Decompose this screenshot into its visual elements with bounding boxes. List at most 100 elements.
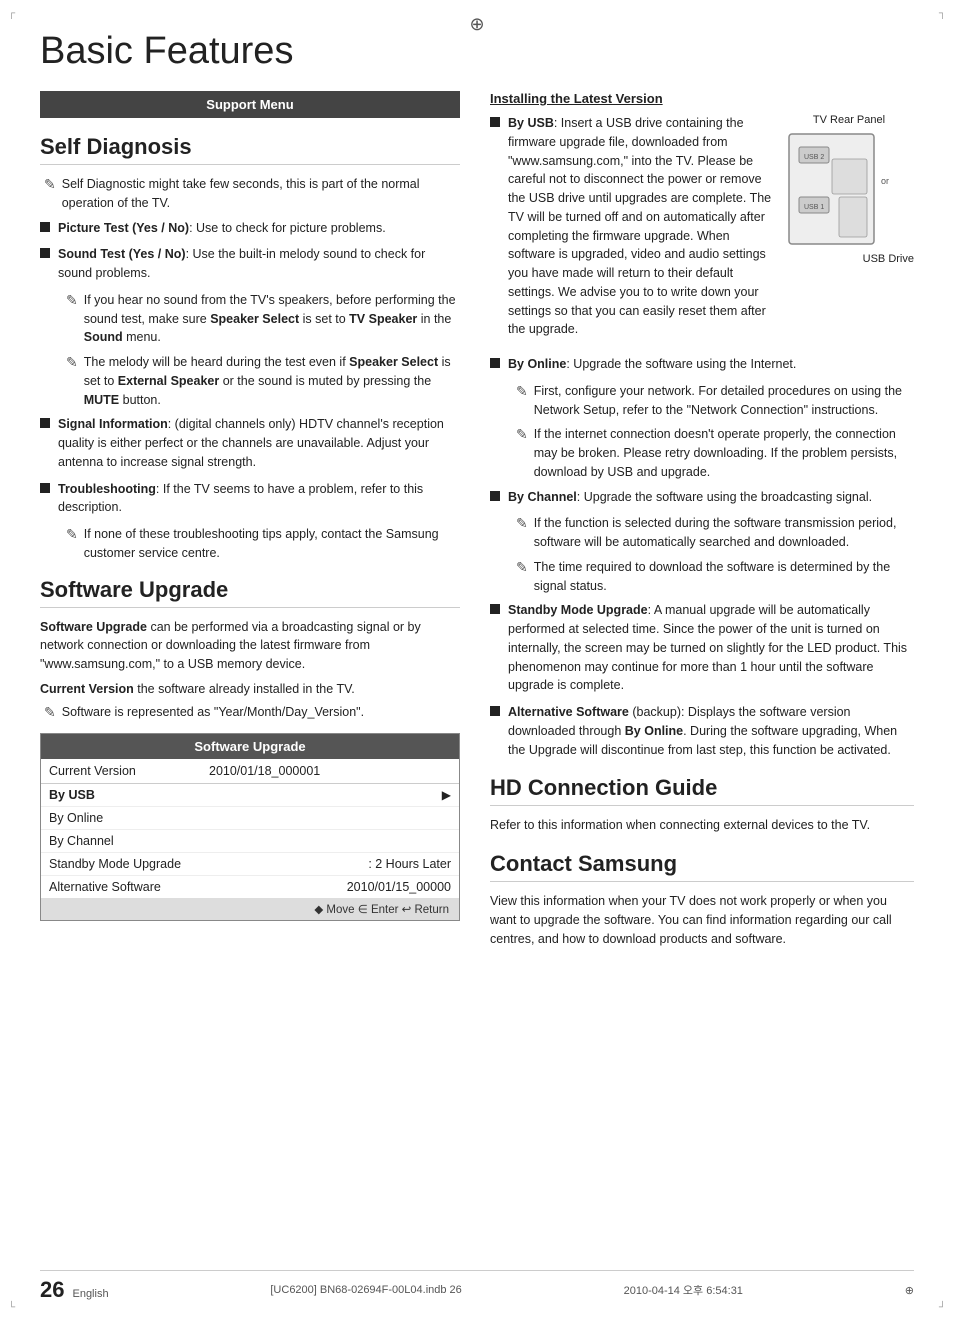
bullet-icon: [490, 491, 500, 501]
svg-text:USB 1: USB 1: [804, 204, 824, 211]
by-online-item: By Online: Upgrade the software using th…: [490, 355, 914, 374]
sound-note-1: ✎ If you hear no sound from the TV's spe…: [62, 291, 460, 347]
contact-samsung-title: Contact Samsung: [490, 851, 914, 882]
troubleshooting-note-item: ✎ If none of these troubleshooting tips …: [62, 525, 460, 563]
svg-text:or: or: [881, 176, 889, 186]
svg-text:USB 2: USB 2: [804, 154, 824, 161]
troubleshooting-note: ✎ If none of these troubleshooting tips …: [40, 525, 460, 563]
bullet-icon: [490, 706, 500, 716]
sw-menu-standby-value: : 2 Hours Later: [368, 857, 451, 871]
standby-mode-label: Standby Mode Upgrade: [508, 603, 648, 617]
by-usb-label: By USB: [508, 116, 554, 130]
footer-file: [UC6200] BN68-02694F-00L04.indb 26: [270, 1284, 461, 1296]
self-diagnosis-intro-text: Self Diagnostic might take few seconds, …: [62, 175, 460, 213]
by-online-note-2-text: If the internet connection doesn't opera…: [534, 425, 914, 481]
troubleshooting-label: Troubleshooting: [58, 482, 156, 496]
page-language: English: [72, 1288, 108, 1300]
note-icon: ✎: [516, 559, 528, 576]
by-online-label: By Online: [508, 357, 566, 371]
picture-test-text: Picture Test (Yes / No): Use to check fo…: [58, 219, 386, 238]
by-channel-label: By Channel: [508, 490, 577, 504]
bullet-icon: [40, 248, 50, 258]
signal-info-text: Signal Information: (digital channels on…: [58, 415, 460, 471]
by-online-text: By Online: Upgrade the software using th…: [508, 355, 796, 374]
sw-version-note: ✎ Software is represented as "Year/Month…: [40, 703, 460, 722]
page: ┌ ┐ └ ┘ ⊕ Basic Features Support Menu Se…: [0, 0, 954, 1321]
corner-mark-br: ┘: [939, 1302, 946, 1313]
signal-info-label: Signal Information: [58, 417, 168, 431]
sw-menu-by-usb-label: By USB: [49, 788, 442, 802]
sw-menu-alternative-value: 2010/01/15_00000: [347, 880, 451, 894]
by-channel-notes: ✎ If the function is selected during the…: [490, 514, 914, 595]
sound-note-2-text: The melody will be heard during the test…: [84, 353, 460, 409]
corner-mark-tr: ┐: [939, 8, 946, 19]
sw-menu-alternative[interactable]: Alternative Software 2010/01/15_00000: [41, 876, 459, 898]
sw-current-version-label: Current Version: [49, 764, 209, 778]
tv-rear-panel-diagram: TV Rear Panel USB 2 USB 1 DIGITAL AUDIO …: [784, 114, 914, 265]
contact-samsung-section: Contact Samsung View this information wh…: [490, 851, 914, 948]
sw-menu-by-usb[interactable]: By USB ▶: [41, 784, 459, 807]
troubleshooting-item: Troubleshooting: If the TV seems to have…: [40, 480, 460, 518]
by-online-note-2: ✎ If the internet connection doesn't ope…: [512, 425, 914, 481]
hd-connection-title: HD Connection Guide: [490, 775, 914, 806]
tv-panel-svg: USB 2 USB 1 DIGITAL AUDIO OUT (OPTICAL) …: [784, 129, 914, 249]
usb-drive-label: USB Drive: [784, 253, 914, 265]
note-icon: ✎: [516, 383, 528, 400]
note-icon: ✎: [66, 354, 78, 371]
current-version-line: Current Version the software already ins…: [40, 680, 460, 699]
page-title: Basic Features: [40, 30, 914, 73]
note-icon: ✎: [66, 292, 78, 309]
sw-current-version-value: 2010/01/18_000001: [209, 764, 451, 778]
by-online-notes: ✎ First, configure your network. For det…: [490, 382, 914, 482]
bullet-icon: [490, 604, 500, 614]
standby-mode-item: Standby Mode Upgrade: A manual upgrade w…: [490, 601, 914, 695]
self-diagnosis-title: Self Diagnosis: [40, 134, 460, 165]
bullet-icon: [490, 358, 500, 368]
bullet-icon: [40, 418, 50, 428]
alternative-software-item: Alternative Software (backup): Displays …: [490, 703, 914, 759]
corner-mark-tl: ┌: [8, 8, 15, 19]
sw-menu-alternative-label: Alternative Software: [49, 880, 347, 894]
page-number-section: 26 English: [40, 1277, 109, 1303]
sw-menu-by-channel-label: By Channel: [49, 834, 451, 848]
sw-table-current-version-row: Current Version 2010/01/18_000001: [41, 759, 459, 784]
by-online-note-1-text: First, configure your network. For detai…: [534, 382, 914, 420]
software-upgrade-section: Software Upgrade Software Upgrade can be…: [40, 577, 460, 922]
troubleshooting-note-text: If none of these troubleshooting tips ap…: [84, 525, 460, 563]
by-usb-item: By USB: Insert a USB drive containing th…: [490, 114, 774, 339]
picture-test-desc: : Use to check for picture problems.: [189, 221, 386, 235]
by-online-note-1: ✎ First, configure your network. For det…: [512, 382, 914, 420]
software-upgrade-intro: Software Upgrade can be performed via a …: [40, 618, 460, 674]
by-channel-text: By Channel: Upgrade the software using t…: [508, 488, 872, 507]
by-channel-note-2: ✎ The time required to download the soft…: [512, 558, 914, 596]
sound-note-2: ✎ The melody will be heard during the te…: [62, 353, 460, 409]
tv-diagram-container: TV Rear Panel USB 2 USB 1 DIGITAL AUDIO …: [490, 114, 914, 347]
note-icon-intro: ✎: [44, 176, 56, 193]
bullet-icon: [40, 222, 50, 232]
left-column: Support Menu Self Diagnosis ✎ Self Diagn…: [40, 91, 460, 948]
by-usb-text: By USB: Insert a USB drive containing th…: [508, 114, 774, 339]
current-version-label: Current Version: [40, 682, 134, 696]
sound-notes: ✎ If you hear no sound from the TV's spe…: [40, 291, 460, 410]
hd-connection-text: Refer to this information when connectin…: [490, 816, 914, 835]
sw-menu-by-online[interactable]: By Online: [41, 807, 459, 830]
sw-menu-by-usb-arrow: ▶: [442, 788, 451, 802]
corner-mark-bl: └: [8, 1302, 15, 1313]
alternative-software-label: Alternative Software: [508, 705, 629, 719]
hd-connection-section: HD Connection Guide Refer to this inform…: [490, 775, 914, 835]
self-diagnosis-section: Self Diagnosis ✎ Self Diagnostic might t…: [40, 134, 460, 563]
by-usb-desc: : Insert a USB drive containing the firm…: [508, 116, 771, 336]
sw-table-footer-text: ◆ Move ∈ Enter ↩ Return: [314, 904, 449, 916]
support-menu-header: Support Menu: [40, 91, 460, 118]
note-icon: ✎: [44, 704, 56, 721]
note-icon: ✎: [516, 515, 528, 532]
crosshair-bottom-icon: ⊕: [905, 1284, 914, 1297]
sw-upgrade-bold: Software Upgrade: [40, 620, 147, 634]
by-channel-note-1: ✎ If the function is selected during the…: [512, 514, 914, 552]
footer-date: 2010-04-14 오후 6:54:31: [624, 1282, 743, 1298]
page-footer: 26 English [UC6200] BN68-02694F-00L04.in…: [40, 1270, 914, 1303]
sound-test-item: Sound Test (Yes / No): Use the built-in …: [40, 245, 460, 283]
sw-menu-by-channel[interactable]: By Channel: [41, 830, 459, 853]
by-online-desc: : Upgrade the software using the Interne…: [566, 357, 796, 371]
sw-menu-standby[interactable]: Standby Mode Upgrade : 2 Hours Later: [41, 853, 459, 876]
